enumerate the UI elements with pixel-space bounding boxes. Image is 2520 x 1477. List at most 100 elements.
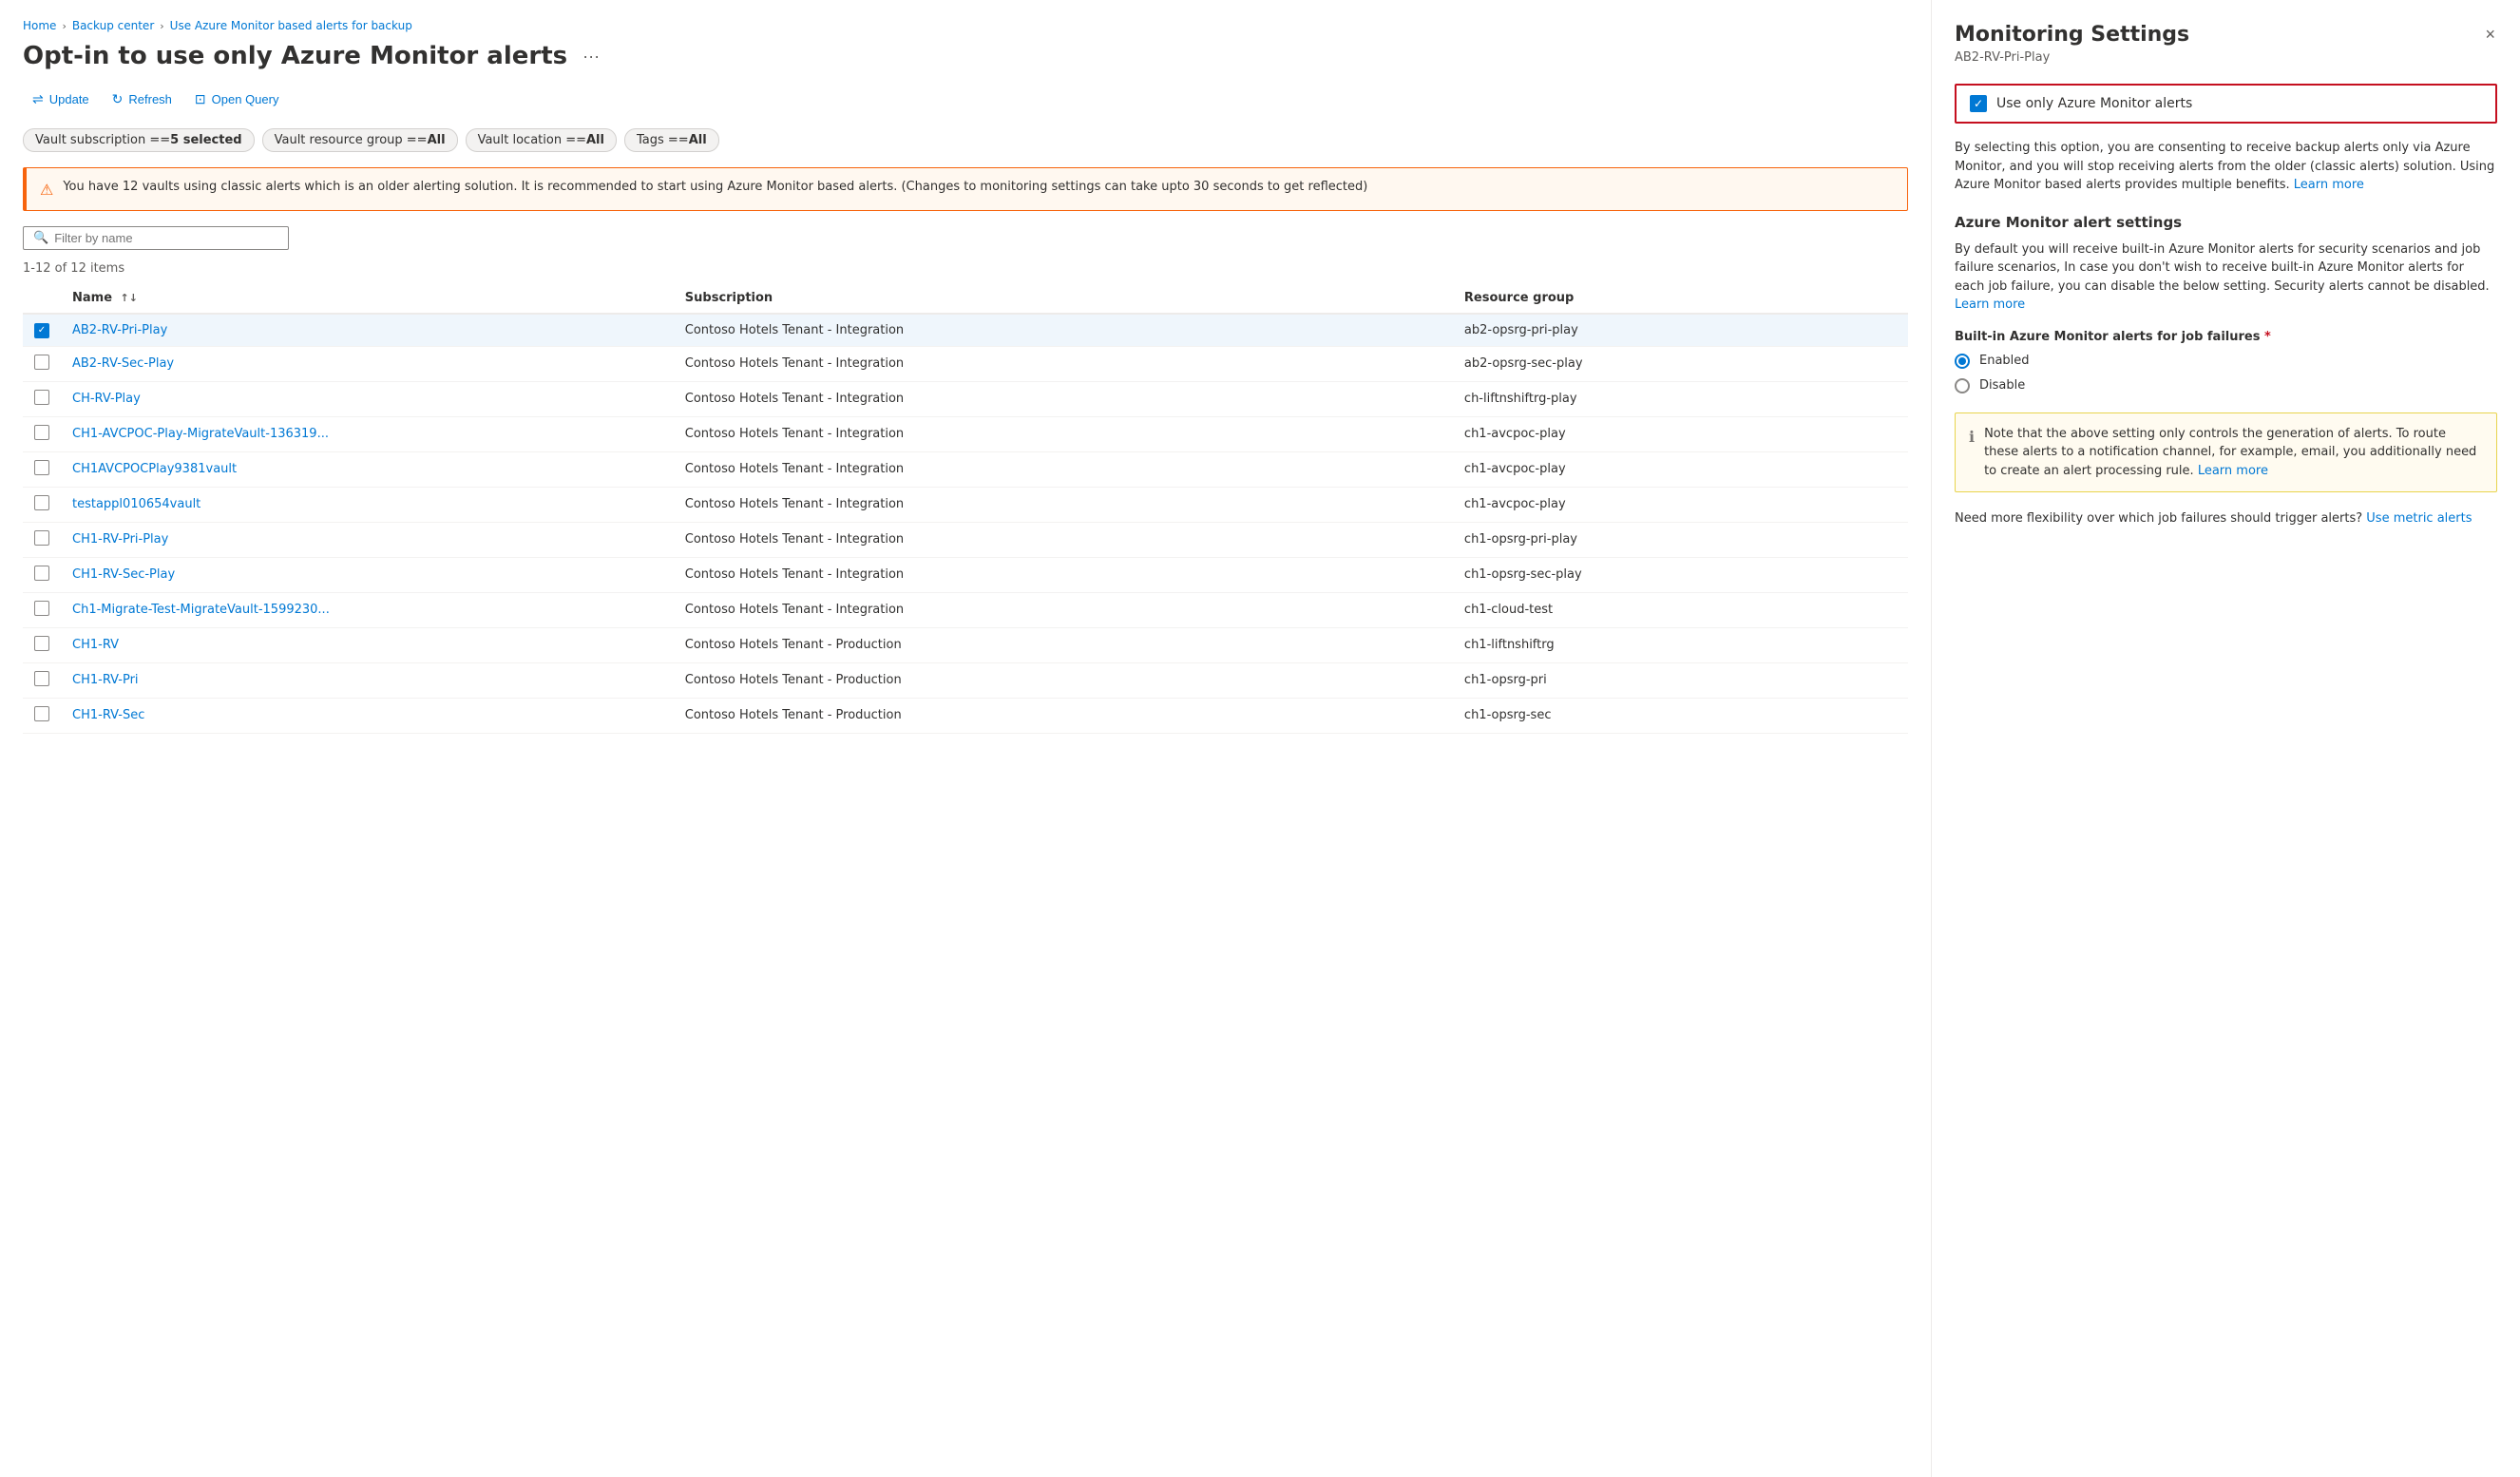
update-button[interactable]: ⇌ Update	[23, 86, 99, 113]
row-checkbox[interactable]	[34, 601, 49, 616]
search-icon: 🔍	[33, 231, 48, 245]
panel-title: Monitoring Settings	[1955, 23, 2189, 47]
row-checkbox[interactable]: ✓	[34, 323, 49, 338]
table-row: CH1-AVCPOC-Play-MigrateVault-136319...Co…	[23, 416, 1908, 451]
row-name[interactable]: testappl010654vault	[61, 487, 674, 522]
open-query-icon: ⊡	[195, 91, 206, 107]
note-box: ℹ Note that the above setting only contr…	[1955, 412, 2497, 493]
breadcrumb: Home › Backup center › Use Azure Monitor…	[23, 19, 1908, 32]
note-learn-more-link[interactable]: Learn more	[2198, 464, 2268, 478]
row-resource-group: ch1-cloud-test	[1453, 592, 1908, 627]
row-name[interactable]: CH-RV-Play	[61, 381, 674, 416]
filter-tags[interactable]: Tags == All	[624, 128, 719, 152]
row-resource-group: ch1-opsrg-sec-play	[1453, 557, 1908, 592]
radio-enabled-inner	[1958, 357, 1966, 365]
row-name[interactable]: AB2-RV-Sec-Play	[61, 346, 674, 381]
note-text: Note that the above setting only control…	[1984, 425, 2483, 481]
row-checkbox[interactable]	[34, 636, 49, 651]
row-name[interactable]: CH1-RV-Sec	[61, 698, 674, 733]
table-row: CH1-RV-Sec-PlayContoso Hotels Tenant - I…	[23, 557, 1908, 592]
row-resource-group: ch-liftnshiftrg-play	[1453, 381, 1908, 416]
row-name[interactable]: CH1-RV-Pri-Play	[61, 522, 674, 557]
refresh-button[interactable]: ↻ Refresh	[103, 86, 181, 113]
table-header-name[interactable]: Name ↑↓	[61, 283, 674, 314]
row-resource-group: ch1-avcpoc-play	[1453, 487, 1908, 522]
row-subscription: Contoso Hotels Tenant - Integration	[674, 592, 1453, 627]
filter-resource-group[interactable]: Vault resource group == All	[262, 128, 458, 152]
use-azure-monitor-option[interactable]: ✓ Use only Azure Monitor alerts	[1955, 84, 2497, 124]
row-checkbox[interactable]	[34, 460, 49, 475]
radio-enabled-circle	[1955, 354, 1970, 369]
row-name[interactable]: Ch1-Migrate-Test-MigrateVault-1599230...	[61, 592, 674, 627]
row-checkbox-cell	[23, 451, 61, 487]
row-resource-group: ch1-liftnshiftrg	[1453, 627, 1908, 662]
search-input[interactable]	[54, 231, 278, 245]
breadcrumb-sep-2: ›	[160, 20, 163, 32]
row-name[interactable]: CH1-AVCPOC-Play-MigrateVault-136319...	[61, 416, 674, 451]
toolbar: ⇌ Update ↻ Refresh ⊡ Open Query	[23, 86, 1908, 113]
filter-location[interactable]: Vault location == All	[466, 128, 617, 152]
radio-enabled-label: Enabled	[1979, 354, 2030, 368]
row-checkbox[interactable]	[34, 390, 49, 405]
row-subscription: Contoso Hotels Tenant - Integration	[674, 346, 1453, 381]
row-subscription: Contoso Hotels Tenant - Integration	[674, 381, 1453, 416]
azure-monitor-section-title: Azure Monitor alert settings	[1955, 214, 2497, 231]
row-resource-group: ch1-opsrg-sec	[1453, 698, 1908, 733]
row-resource-group: ab2-opsrg-pri-play	[1453, 314, 1908, 346]
panel-close-button[interactable]: ×	[2483, 23, 2497, 47]
update-icon: ⇌	[32, 91, 44, 107]
azure-monitor-option-label: Use only Azure Monitor alerts	[1996, 96, 2192, 111]
table-row: ✓ AB2-RV-Pri-PlayContoso Hotels Tenant - …	[23, 314, 1908, 346]
filters-bar: Vault subscription == 5 selected Vault r…	[23, 128, 1908, 152]
azure-monitor-checkbox[interactable]: ✓	[1970, 95, 1987, 112]
row-subscription: Contoso Hotels Tenant - Integration	[674, 314, 1453, 346]
azure-monitor-section-desc: By default you will receive built-in Azu…	[1955, 240, 2497, 315]
items-count: 1-12 of 12 items	[23, 261, 1908, 276]
row-checkbox[interactable]	[34, 495, 49, 510]
filter-subscription[interactable]: Vault subscription == 5 selected	[23, 128, 255, 152]
open-query-button[interactable]: ⊡ Open Query	[185, 86, 289, 113]
sort-icon-name: ↑↓	[121, 292, 138, 304]
side-panel: Monitoring Settings × AB2-RV-Pri-Play ✓ …	[1931, 0, 2520, 1477]
breadcrumb-home[interactable]: Home	[23, 19, 56, 32]
search-bar: 🔍	[23, 226, 289, 250]
table-container: Name ↑↓ Subscription Resource group ✓ AB2…	[23, 283, 1908, 1477]
row-checkbox-cell	[23, 662, 61, 698]
radio-enabled[interactable]: Enabled	[1955, 354, 2497, 369]
row-checkbox[interactable]	[34, 566, 49, 581]
radio-disable[interactable]: Disable	[1955, 378, 2497, 393]
description-learn-more-link[interactable]: Learn more	[2294, 178, 2364, 192]
row-checkbox-cell	[23, 346, 61, 381]
breadcrumb-sep-1: ›	[62, 20, 66, 32]
warning-banner: ⚠ You have 12 vaults using classic alert…	[23, 167, 1908, 211]
row-name[interactable]: CH1-RV-Pri	[61, 662, 674, 698]
checkmark-icon: ✓	[1974, 97, 1983, 110]
table-row: CH1-RVContoso Hotels Tenant - Production…	[23, 627, 1908, 662]
info-icon: ℹ	[1969, 426, 1975, 481]
row-name[interactable]: CH1-RV-Sec-Play	[61, 557, 674, 592]
row-name[interactable]: CH1-RV	[61, 627, 674, 662]
row-checkbox[interactable]	[34, 530, 49, 546]
row-checkbox-cell	[23, 698, 61, 733]
row-name[interactable]: CH1AVCPOCPlay9381vault	[61, 451, 674, 487]
table-row: CH-RV-PlayContoso Hotels Tenant - Integr…	[23, 381, 1908, 416]
table-header-checkbox-col	[23, 283, 61, 314]
row-checkbox-cell	[23, 416, 61, 451]
row-checkbox[interactable]	[34, 425, 49, 440]
panel-header: Monitoring Settings ×	[1955, 23, 2497, 47]
page-menu-button[interactable]: ···	[577, 45, 605, 68]
section-learn-more-link[interactable]: Learn more	[1955, 297, 2025, 312]
breadcrumb-backup-center[interactable]: Backup center	[72, 19, 154, 32]
row-checkbox[interactable]	[34, 355, 49, 370]
metric-alerts-link[interactable]: Use metric alerts	[2366, 511, 2472, 526]
table-header-resource-group: Resource group	[1453, 283, 1908, 314]
row-checkbox[interactable]	[34, 706, 49, 721]
table-row: CH1AVCPOCPlay9381vaultContoso Hotels Ten…	[23, 451, 1908, 487]
row-checkbox[interactable]	[34, 671, 49, 686]
row-checkbox-cell	[23, 592, 61, 627]
row-resource-group: ch1-avcpoc-play	[1453, 416, 1908, 451]
row-name[interactable]: AB2-RV-Pri-Play	[61, 314, 674, 346]
breadcrumb-current[interactable]: Use Azure Monitor based alerts for backu…	[170, 19, 412, 32]
table-header-subscription: Subscription	[674, 283, 1453, 314]
radio-disable-label: Disable	[1979, 378, 2025, 393]
